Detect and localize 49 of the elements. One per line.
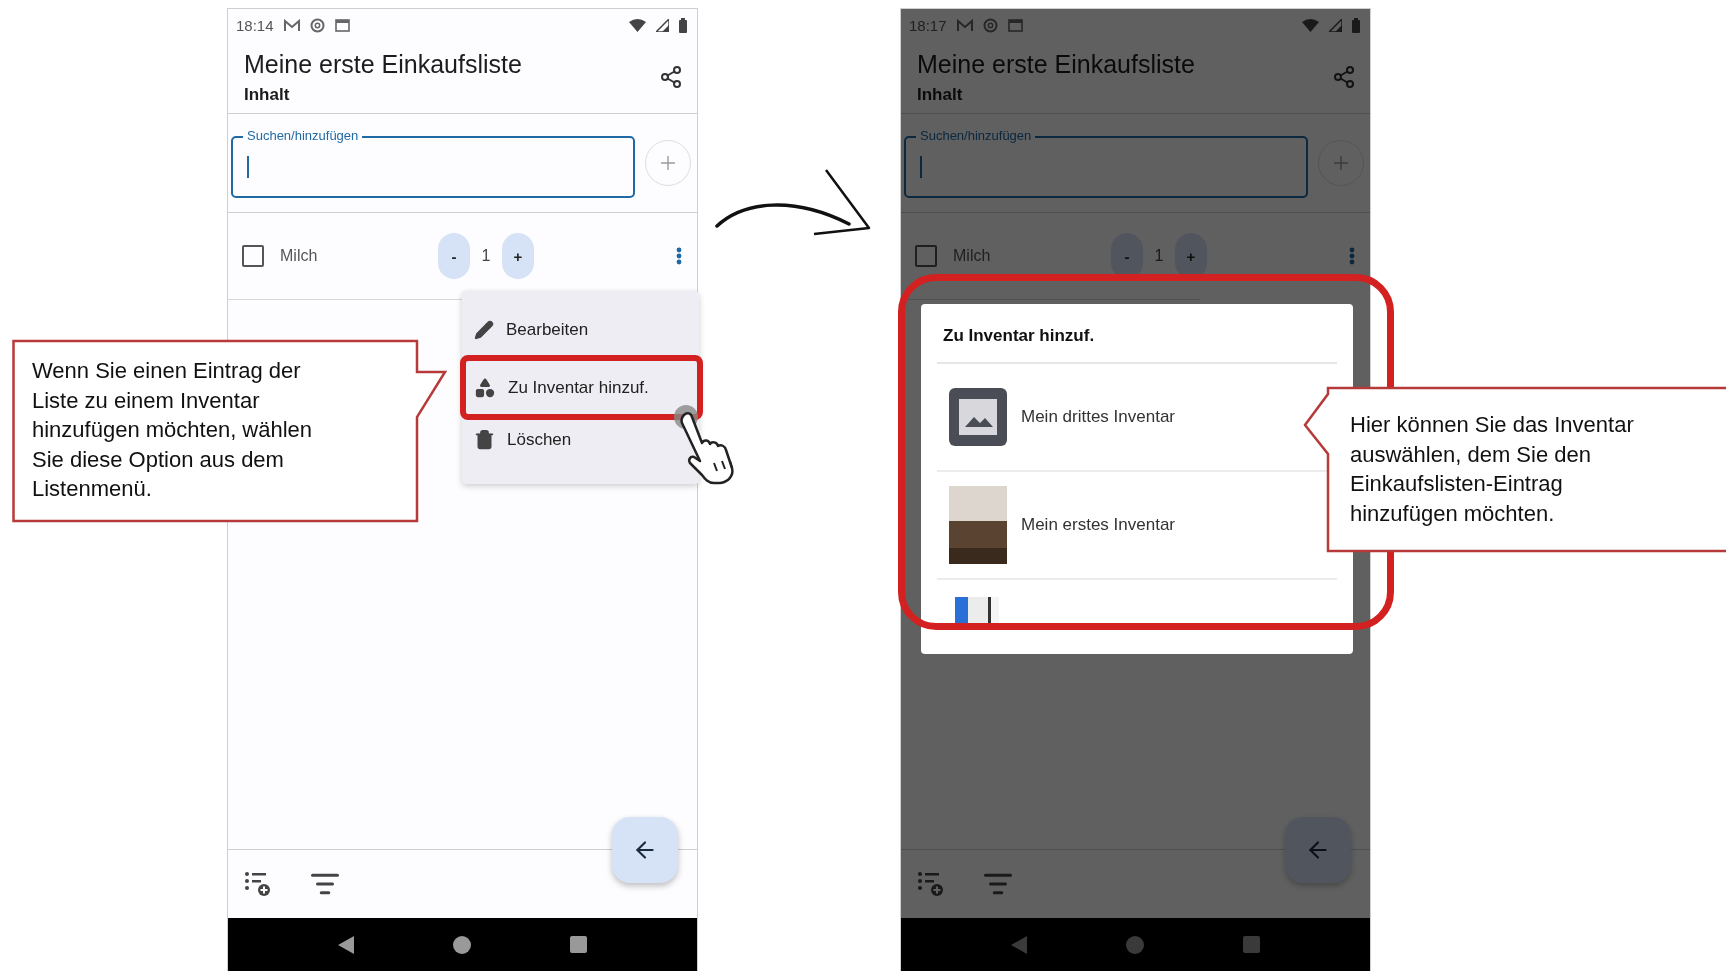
photo-placeholder xyxy=(955,597,999,623)
recents-nav-icon[interactable] xyxy=(570,936,588,953)
more-options-button[interactable] xyxy=(676,247,682,265)
list-title: Meine erste Einkaufsliste xyxy=(917,49,1195,79)
mail-icon xyxy=(956,18,973,32)
list-subtitle: Inhalt xyxy=(244,84,291,105)
back-nav-icon[interactable] xyxy=(337,935,354,954)
item-quantity: 1 xyxy=(480,247,492,265)
share-icon xyxy=(659,65,683,89)
calendar-icon xyxy=(1007,18,1023,32)
calendar-icon xyxy=(334,18,350,32)
wifi-icon xyxy=(1302,18,1319,32)
checkbox[interactable] xyxy=(242,245,264,267)
share-button[interactable] xyxy=(659,65,683,89)
item-name: Milch xyxy=(953,247,992,265)
list-add-icon xyxy=(244,871,272,897)
list-subtitle: Inhalt xyxy=(917,84,964,105)
signal-icon xyxy=(1329,18,1342,32)
back-button[interactable] xyxy=(1285,817,1351,883)
back-button[interactable] xyxy=(612,817,678,883)
list-add-icon xyxy=(917,871,945,897)
pencil-icon xyxy=(474,319,494,340)
signal-icon xyxy=(656,18,669,32)
menu-item[interactable]: Zu Inventar hinzuf. xyxy=(460,355,703,420)
status-time: 18:17 xyxy=(909,16,947,34)
battery-icon xyxy=(1352,17,1360,33)
item-quantity: 1 xyxy=(1153,247,1165,265)
increase-button[interactable]: + xyxy=(502,233,534,279)
list-title: Meine erste Einkaufsliste xyxy=(244,49,522,79)
callout-text: Hier können Sie das Inventar auswählen, dem Sie den Einkaufslisten-Eintrag hinzufügen möchten. xyxy=(1350,411,1635,528)
decrease-button[interactable]: - xyxy=(438,233,470,279)
battery-icon xyxy=(679,17,687,33)
callout-text: Wenn Sie einen Eintrag der Liste zu einem Inventar hinzufügen möchten, wählen Sie diese Option aus dem Listenmenü. xyxy=(32,357,314,504)
more-vertical-icon xyxy=(1349,247,1355,265)
item-name: Milch xyxy=(280,247,319,265)
checkbox[interactable] xyxy=(915,245,937,267)
menu-item[interactable]: Bearbeiten xyxy=(462,302,699,357)
shapes-icon xyxy=(474,376,496,399)
more-vertical-icon xyxy=(676,247,682,265)
image-placeholder-icon xyxy=(949,388,1007,446)
status-time: 18:14 xyxy=(236,16,274,34)
mail-icon xyxy=(283,18,300,32)
trash-icon xyxy=(474,429,495,450)
more-options-button[interactable] xyxy=(1349,247,1355,265)
add-list-item-button[interactable] xyxy=(244,871,272,897)
share-icon xyxy=(1332,65,1356,89)
wifi-icon xyxy=(629,18,646,32)
home-nav-icon[interactable] xyxy=(453,935,471,954)
dialog-title: Zu Inventar hinzuf. xyxy=(937,304,1337,364)
